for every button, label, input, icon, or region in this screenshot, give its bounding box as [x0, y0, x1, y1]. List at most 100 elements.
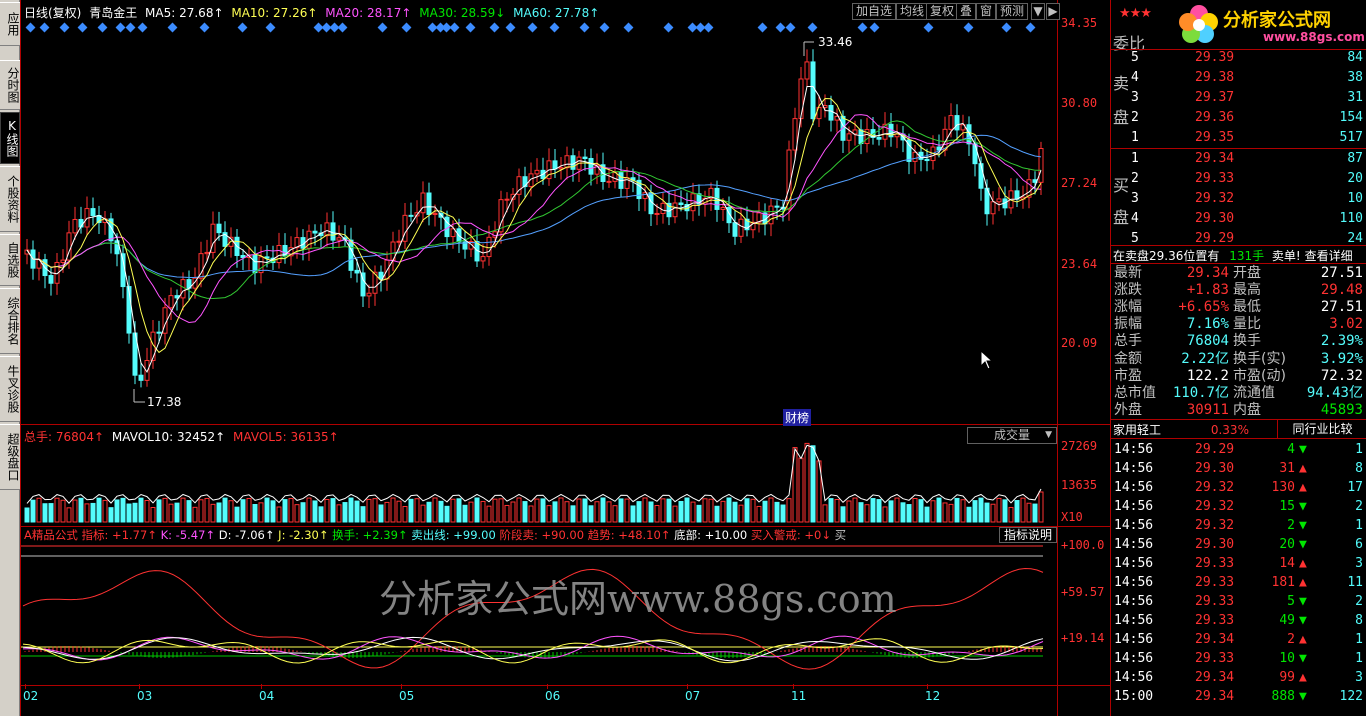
tick-count: 3	[1355, 670, 1363, 685]
volume-bar	[312, 500, 318, 523]
tick-count: 2	[1355, 499, 1363, 514]
bid-price: 29.33	[1195, 171, 1235, 186]
down-arrow-icon: ▼	[1299, 613, 1307, 628]
ask-row[interactable]: 2 29.36 154	[1111, 109, 1366, 126]
ask-level: 1	[1131, 130, 1139, 145]
volume-bar	[564, 501, 570, 523]
volume-bar	[234, 506, 240, 523]
candle-body	[180, 279, 186, 299]
ask-row[interactable]: 3 29.37 31	[1111, 89, 1366, 106]
tick-row: 14:56 29.33 181 ▲ 11	[1111, 574, 1366, 591]
volume-bar	[594, 501, 600, 523]
tick-volume: 2	[1287, 518, 1295, 533]
ask-volume: 154	[1339, 110, 1363, 125]
volume-bar	[540, 498, 546, 523]
tab-ranking[interactable]: 综合排名	[0, 288, 20, 354]
candle-body	[912, 151, 918, 162]
volume-bar	[384, 501, 390, 523]
ask-volume: 31	[1347, 90, 1363, 105]
candle-body	[924, 158, 930, 162]
bid-row[interactable]: 1 29.34 87	[1111, 150, 1366, 167]
quote-label: 换手	[1233, 333, 1261, 350]
candlestick-chart[interactable]	[21, 14, 1057, 424]
volume-bar	[834, 498, 840, 523]
volume-bar	[72, 499, 78, 523]
volume-bar	[684, 497, 690, 523]
month-label: 03	[137, 689, 153, 703]
volume-bar	[570, 505, 576, 523]
volume-bar	[870, 498, 876, 523]
volume-bar	[306, 497, 312, 523]
volume-bar	[906, 504, 912, 523]
volume-bar	[246, 497, 252, 523]
axis-divider	[1057, 0, 1058, 716]
volume-bar	[690, 501, 696, 523]
volume-bar	[420, 504, 426, 523]
industry-info[interactable]: 家用轻工 0.33%	[1113, 421, 1249, 438]
volume-bar	[552, 501, 558, 523]
price-axis-label: 20.09	[1061, 336, 1098, 350]
tick-row: 15:00 29.34 888 ▼ 122	[1111, 688, 1366, 705]
candle-body	[408, 214, 414, 217]
candle-body	[504, 198, 510, 201]
volume-bar	[900, 502, 906, 523]
candle-body	[978, 163, 984, 189]
volume-bar	[78, 497, 84, 523]
volume-chart[interactable]	[21, 440, 1057, 524]
volume-bar	[48, 503, 54, 523]
tab-watchlist[interactable]: 自选股	[0, 234, 20, 286]
ask-level: 5	[1131, 50, 1139, 65]
volume-bar	[1038, 491, 1044, 523]
volume-bar	[132, 502, 138, 523]
month-label: 05	[399, 689, 415, 703]
indicator-explain-button[interactable]: 指标说明	[999, 527, 1057, 543]
volume-bar	[1032, 503, 1038, 523]
tick-price: 29.34	[1195, 670, 1235, 685]
tick-price: 29.34	[1195, 689, 1235, 704]
candle-body	[48, 275, 54, 284]
ask-row[interactable]: 4 29.38 38	[1111, 69, 1366, 86]
tab-intraday[interactable]: 分时图	[0, 60, 20, 110]
quote-row: 最新 29.34 开盘 27.51	[1111, 265, 1366, 282]
tab-stock-profile[interactable]: 个股资料	[0, 166, 20, 232]
tab-super-board[interactable]: 超级盘口	[0, 424, 20, 490]
volume-bar	[504, 504, 510, 523]
volume-bar	[108, 507, 114, 523]
chart-area[interactable]: 日线(复权) 青岛金王 MA5: 27.68↑ MA10: 27.26↑ MA2…	[20, 0, 1111, 716]
tick-price: 29.32	[1195, 518, 1235, 533]
volume-bar	[960, 499, 966, 523]
bid-row[interactable]: 4 29.30 110	[1111, 210, 1366, 227]
tab-apps[interactable]: 应用	[0, 2, 20, 46]
volume-bar	[522, 501, 528, 523]
tab-diagnosis[interactable]: 牛叉诊股	[0, 356, 20, 422]
volume-bar	[654, 505, 660, 523]
quote-label: 内盘	[1233, 401, 1261, 418]
tick-volume: 2	[1287, 632, 1295, 647]
volume-bar	[576, 498, 582, 523]
industry-compare-button[interactable]: 同行业比较	[1277, 420, 1366, 438]
volume-bar	[954, 497, 960, 523]
tick-time: 14:56	[1114, 632, 1154, 647]
tab-kline[interactable]: K线图	[0, 112, 20, 164]
dibu-value: 底部: +10.00	[674, 528, 748, 542]
volume-bar	[948, 503, 954, 523]
volume-bar	[696, 504, 702, 523]
volume-bar	[966, 506, 972, 523]
ask-row[interactable]: 1 29.35 517	[1111, 129, 1366, 146]
tick-price: 29.34	[1195, 632, 1235, 647]
ask-row[interactable]: 5 29.39 84	[1111, 49, 1366, 66]
tick-count: 8	[1355, 613, 1363, 628]
bid-row[interactable]: 3 29.32 10	[1111, 190, 1366, 207]
quote-panel: ★★★ 分析家公式网 www.88gs.com 委比 卖 盘 5 29.39 8…	[1110, 0, 1366, 716]
quote-label: 外盘	[1114, 401, 1142, 418]
tick-count: 6	[1355, 537, 1363, 552]
bid-row[interactable]: 2 29.33 20	[1111, 170, 1366, 187]
rank-tag[interactable]: 财榜	[783, 409, 812, 426]
bid-level: 1	[1131, 151, 1139, 166]
industry-change: 0.33%	[1210, 423, 1249, 437]
volume-bar	[852, 497, 858, 523]
quote-label: 总市值	[1114, 384, 1156, 401]
large-order-notice[interactable]: 在卖盘29.36位置有 131手 卖单! 查看详细	[1113, 247, 1353, 264]
volume-bar	[192, 506, 198, 523]
notice-detail-link[interactable]: 查看详细	[1305, 249, 1353, 263]
